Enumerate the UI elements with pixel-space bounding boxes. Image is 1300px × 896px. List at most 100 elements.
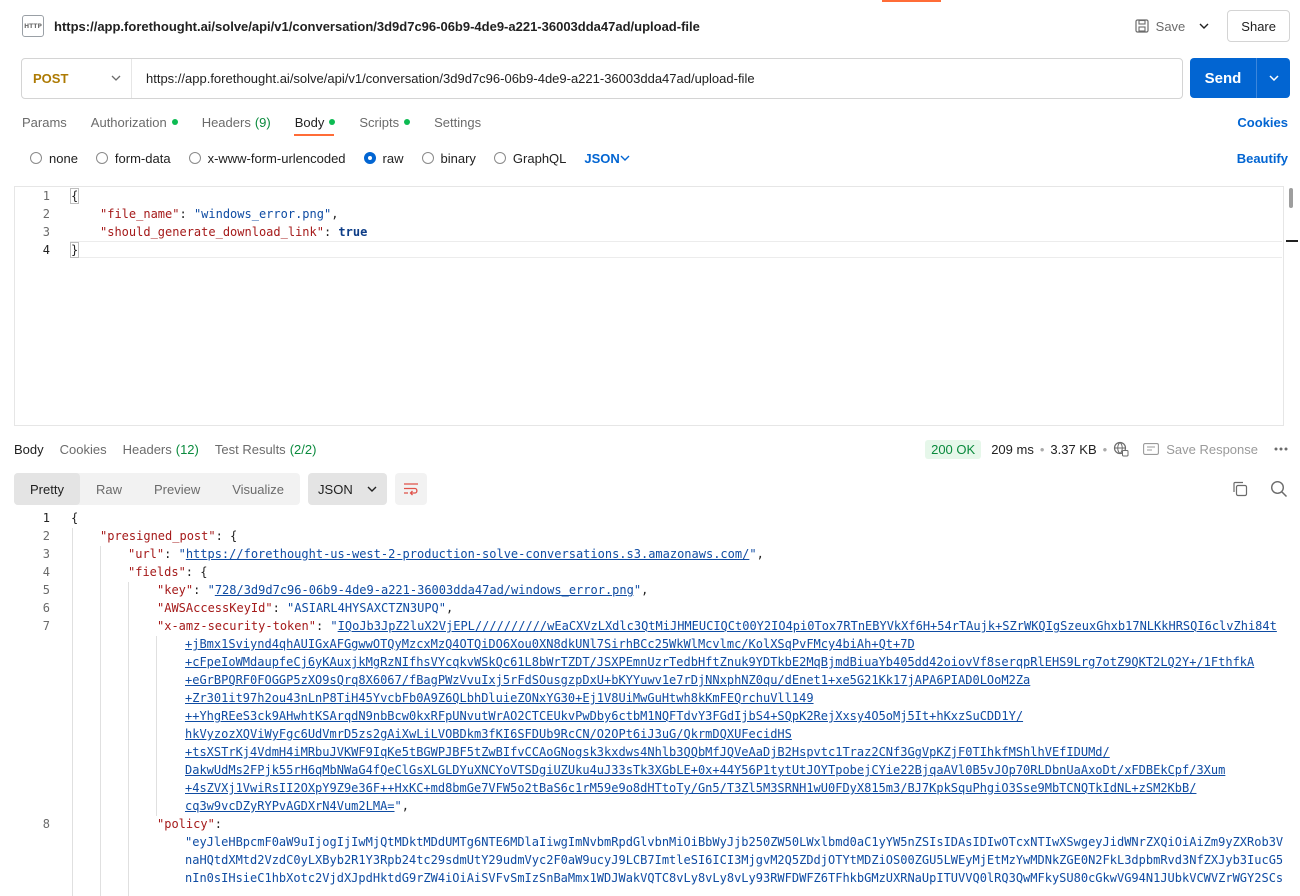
- body-type-selector: none form-data x-www-form-urlencoded raw…: [30, 148, 1288, 168]
- request-tabs: Params Authorization Headers (9) Body Scr…: [22, 112, 1288, 132]
- view-visualize[interactable]: Visualize: [216, 473, 300, 505]
- code-line: "AWSAccessKeyId": "ASIARL4HYSAXCTZN3UPQ"…: [157, 601, 454, 615]
- view-preview[interactable]: Preview: [138, 473, 216, 505]
- wrap-lines-button[interactable]: [394, 473, 427, 505]
- save-label: Save: [1155, 18, 1186, 34]
- code-line: "policy":: [157, 817, 223, 831]
- test-count: (2/2): [289, 441, 317, 457]
- line-number: 1: [42, 511, 50, 525]
- share-button[interactable]: Share: [1227, 10, 1290, 42]
- status-dot: [171, 119, 178, 125]
- response-tabs: Body Cookies Headers (12) Test Results (2/…: [14, 439, 1288, 459]
- tab-body[interactable]: Body: [295, 115, 336, 130]
- view-raw[interactable]: Raw: [80, 473, 138, 505]
- radio-raw[interactable]: raw: [363, 151, 404, 166]
- request-body-editor[interactable]: [14, 186, 1298, 426]
- request-title-bar: HTTP https://app.forethought.ai/solve/ap…: [22, 10, 1290, 42]
- save-icon: [1135, 19, 1149, 33]
- chevron-down-icon: [367, 486, 377, 492]
- code-line: hkVyzozXQViWyFgc6UdVmrD5zs2gAiXwLiLVOBDk…: [185, 727, 792, 741]
- format-select[interactable]: JSON: [308, 473, 387, 505]
- line-number: 3: [42, 225, 50, 239]
- line-number: 4: [42, 565, 50, 579]
- beautify-button[interactable]: Beautify: [1237, 151, 1288, 166]
- copy-icon: [1233, 481, 1248, 497]
- status-dot: [329, 119, 336, 125]
- line-number: 5: [42, 583, 50, 597]
- code-line: naHQtdXMtd2VzdC0yLXByb2R1Y3Rpb24tc29sdmU…: [185, 853, 1284, 867]
- send-options-button[interactable]: [1257, 58, 1290, 98]
- code-line: "fields": {: [128, 565, 208, 579]
- tab-scripts[interactable]: Scripts: [359, 115, 411, 130]
- code-line: {: [71, 511, 79, 525]
- response-size[interactable]: 3.37 KB: [1050, 442, 1096, 457]
- code-line: +eGrBPQRF0FOGGP5zXO9sQrq8X6067/fBagPWzVv…: [185, 673, 1031, 687]
- code-line: }: [69, 242, 80, 258]
- code-line: {: [69, 188, 80, 204]
- view-pretty[interactable]: Pretty: [14, 473, 80, 505]
- code-line: "file_name": "windows_error.png",: [100, 207, 339, 221]
- chevron-down-icon: [1199, 23, 1209, 29]
- headers-count: (9): [254, 114, 271, 130]
- send-button[interactable]: Send: [1190, 58, 1290, 98]
- code-line: "x-amz-security-token": "IQoJb3JpZ2luX2V…: [157, 619, 1277, 633]
- active-tab-indicator: [294, 134, 334, 136]
- view-mode-selector: Pretty Raw Preview Visualize: [14, 473, 301, 505]
- current-line-highlight: [70, 241, 1282, 258]
- more-options-icon[interactable]: [1274, 447, 1288, 451]
- headers-count: (12): [175, 441, 199, 457]
- radio-none[interactable]: none: [30, 151, 78, 166]
- language-select[interactable]: JSON: [584, 151, 630, 166]
- save-button[interactable]: Save: [1127, 11, 1194, 41]
- save-options-button[interactable]: [1193, 11, 1215, 41]
- cookies-link[interactable]: Cookies: [1237, 115, 1288, 130]
- radio-form-data[interactable]: form-data: [95, 151, 171, 166]
- status-badge[interactable]: 200 OK: [925, 439, 982, 459]
- search-icon: [1270, 480, 1288, 498]
- tab-response-headers[interactable]: Headers (12): [123, 442, 199, 457]
- request-title[interactable]: https://app.forethought.ai/solve/api/v1/…: [54, 19, 700, 34]
- url-input[interactable]: [132, 71, 1172, 86]
- tab-test-results[interactable]: Test Results (2/2): [215, 442, 317, 457]
- method-select[interactable]: POST: [22, 59, 132, 98]
- line-number: 2: [42, 529, 50, 543]
- editor-scrollbar[interactable]: [1283, 186, 1298, 426]
- tab-params[interactable]: Params: [22, 115, 67, 130]
- code-line: nIn0sIHsieC1hbXotc2VjdXJpdHktdG9rZW4iOiA…: [185, 871, 1284, 885]
- wrap-icon: [403, 483, 418, 496]
- tab-response-body[interactable]: Body: [14, 442, 44, 457]
- code-line: ++YhgREeS3ck9AHwhtKSArqdN9nbBcw0kxRFpUNv…: [185, 709, 1024, 723]
- url-bar: POST: [21, 58, 1183, 99]
- chevron-down-icon: [111, 75, 121, 81]
- radio-binary[interactable]: binary: [421, 151, 476, 166]
- tab-response-cookies[interactable]: Cookies: [60, 442, 107, 457]
- code-line: +tsXSTrKj4VdmH4iMRbuJVKWF9IqKe5tBGWPJBF5…: [185, 745, 1110, 759]
- line-number: 6: [42, 601, 50, 615]
- code-line: "presigned_post": {: [100, 529, 238, 543]
- radio-graphql[interactable]: GraphQL: [493, 151, 566, 166]
- method-label: POST: [33, 71, 69, 86]
- response-time[interactable]: 209 ms: [991, 442, 1034, 457]
- save-response-icon: [1143, 443, 1160, 455]
- code-line: "eyJleHBpcmF0aW9uIjogIjIwMjQtMDktMDdUMTg…: [185, 835, 1284, 849]
- line-number: 3: [42, 547, 50, 561]
- save-response-button[interactable]: Save Response: [1166, 442, 1258, 457]
- copy-button[interactable]: [1232, 481, 1248, 497]
- line-number: 4: [42, 243, 50, 257]
- radio-urlencoded[interactable]: x-www-form-urlencoded: [188, 151, 346, 166]
- response-toolbar: Pretty Raw Preview Visualize JSON: [14, 473, 1288, 505]
- network-icon[interactable]: [1113, 441, 1129, 457]
- tab-settings[interactable]: Settings: [434, 115, 481, 130]
- http-request-icon: HTTP: [22, 15, 44, 37]
- tab-headers[interactable]: Headers (9): [202, 115, 271, 130]
- code-line: cq3w9vcDZyRYPvAGDXrN4Vum2LMA=",: [185, 799, 409, 813]
- status-dot: [404, 119, 411, 125]
- chevron-down-icon: [620, 155, 630, 161]
- code-line: "url": "https://forethought-us-west-2-pr…: [128, 547, 764, 561]
- tab-authorization[interactable]: Authorization: [91, 115, 178, 130]
- line-number: 1: [42, 189, 50, 203]
- code-line: +jBmx1Sviynd4qhAUIGxAFGgwwOTQyMzcxMzQ4OT…: [185, 637, 915, 651]
- url-link[interactable]: https://forethought-us-west-2-production…: [186, 547, 750, 561]
- search-button[interactable]: [1270, 480, 1288, 498]
- code-line: +4sZVXj1VwiRsII2OXpY9Z9e36F++HxKC+md8bmG…: [185, 781, 1197, 795]
